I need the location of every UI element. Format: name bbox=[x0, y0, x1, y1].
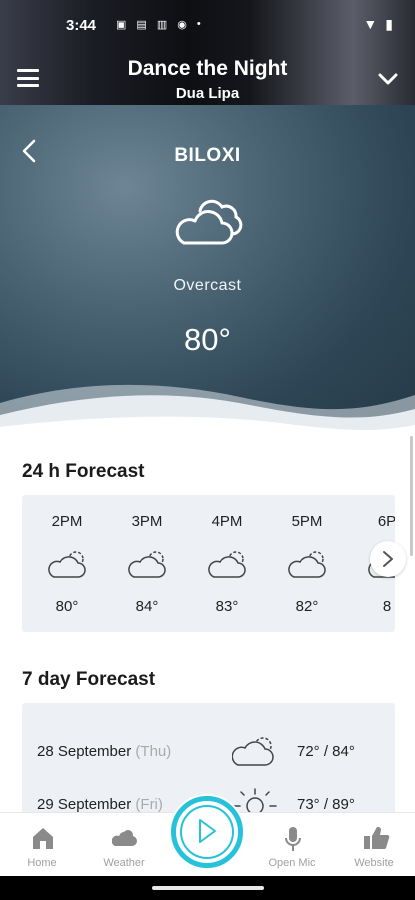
home-indicator[interactable] bbox=[152, 886, 264, 890]
current-temperature: 80° bbox=[184, 322, 231, 357]
sun-icon bbox=[233, 788, 277, 812]
partly-cloudy-icon bbox=[48, 551, 86, 578]
now-playing-artist: Dua Lipa bbox=[175, 85, 240, 102]
partly-cloudy-icon bbox=[232, 737, 274, 766]
play-button[interactable] bbox=[171, 796, 243, 868]
battery-icon: ▮ bbox=[385, 16, 393, 32]
nav-weather[interactable]: Weather bbox=[84, 813, 164, 877]
hourly-next-button[interactable] bbox=[370, 541, 406, 577]
daily-temp-range: 73° / 89° bbox=[297, 796, 355, 812]
notification-dot-icon: • bbox=[196, 18, 201, 30]
hourly-time: 6P bbox=[377, 513, 395, 530]
daily-row: 28 September (Thu) 72° / 84° bbox=[22, 733, 395, 773]
notification-icon: ▥ bbox=[156, 19, 168, 31]
weather-hero: BILOXI Overcast 80° bbox=[0, 105, 415, 435]
nav-weather-label: Weather bbox=[103, 857, 145, 869]
forecast-content: 24 h Forecast 2PM 80° 3PM 84° 4PM 83° 5P… bbox=[0, 435, 415, 812]
nav-website-label: Website bbox=[354, 857, 394, 869]
daily-weekday: (Thu) bbox=[135, 743, 172, 760]
notification-icon: ◉ bbox=[177, 19, 187, 31]
play-icon bbox=[199, 819, 216, 843]
chevron-right-icon bbox=[383, 551, 393, 567]
now-playing-header: 3:44 ▣ ▤ ▥ ◉ • ▼ ▮ Dance the Night Dua L… bbox=[0, 0, 415, 105]
hourly-temp: 8 bbox=[382, 598, 392, 615]
hourly-time: 4PM bbox=[211, 513, 243, 530]
nav-home[interactable]: Home bbox=[2, 813, 82, 877]
status-time: 3:44 bbox=[66, 17, 97, 34]
hourly-temp: 84° bbox=[135, 598, 159, 615]
overcast-cloud-icon bbox=[175, 199, 243, 245]
hourly-item: 4PM 83° bbox=[187, 495, 267, 632]
daily-weekday: (Fri) bbox=[135, 796, 163, 812]
hourly-item: 5PM 82° bbox=[267, 495, 347, 632]
hourly-temp: 80° bbox=[55, 598, 79, 615]
gesture-bar bbox=[0, 876, 415, 900]
daily-forecast-title: 7 day Forecast bbox=[22, 669, 156, 690]
wave-divider bbox=[0, 384, 415, 435]
hourly-time: 2PM bbox=[51, 513, 83, 530]
now-playing-title: Dance the Night bbox=[127, 57, 288, 80]
nav-website[interactable]: Website bbox=[334, 813, 414, 877]
nav-open-mic[interactable]: Open Mic bbox=[252, 813, 332, 877]
notification-icon: ▣ bbox=[116, 19, 127, 31]
hourly-forecast-list[interactable]: 2PM 80° 3PM 84° 4PM 83° 5PM 82° 6P 8 bbox=[22, 495, 395, 632]
weather-cloud-icon bbox=[112, 830, 137, 846]
weather-condition: Overcast bbox=[173, 277, 242, 294]
hourly-forecast-title: 24 h Forecast bbox=[22, 461, 145, 482]
wifi-icon: ▼ bbox=[363, 16, 378, 32]
hourly-item: 2PM 80° bbox=[27, 495, 107, 632]
nav-home-label: Home bbox=[27, 857, 57, 869]
partly-cloudy-icon bbox=[288, 551, 326, 578]
home-icon bbox=[33, 828, 53, 849]
thumbs-up-icon bbox=[364, 826, 390, 850]
hourly-time: 5PM bbox=[291, 513, 323, 530]
hourly-temp: 82° bbox=[295, 598, 319, 615]
daily-temp-range: 72° / 84° bbox=[297, 743, 355, 760]
daily-date: 29 September bbox=[37, 796, 132, 812]
nav-open-mic-label: Open Mic bbox=[268, 857, 316, 869]
partly-cloudy-icon bbox=[128, 551, 166, 578]
hourly-temp: 83° bbox=[215, 598, 239, 615]
scrollbar[interactable] bbox=[410, 436, 413, 556]
app-screen: 3:44 ▣ ▤ ▥ ◉ • ▼ ▮ Dance the Night Dua L… bbox=[0, 0, 415, 900]
notification-icons: ▣ ▤ ▥ ◉ • bbox=[116, 18, 201, 31]
notification-icon: ▤ bbox=[136, 19, 147, 31]
daily-date: 28 September bbox=[37, 743, 132, 760]
city-name: BILOXI bbox=[174, 145, 241, 166]
microphone-icon bbox=[285, 827, 301, 851]
partly-cloudy-icon bbox=[208, 551, 246, 578]
system-status-icons: ▼ ▮ bbox=[363, 16, 393, 33]
chevron-down-icon[interactable] bbox=[377, 68, 399, 90]
hourly-item: 3PM 84° bbox=[107, 495, 187, 632]
hourly-time: 3PM bbox=[131, 513, 163, 530]
